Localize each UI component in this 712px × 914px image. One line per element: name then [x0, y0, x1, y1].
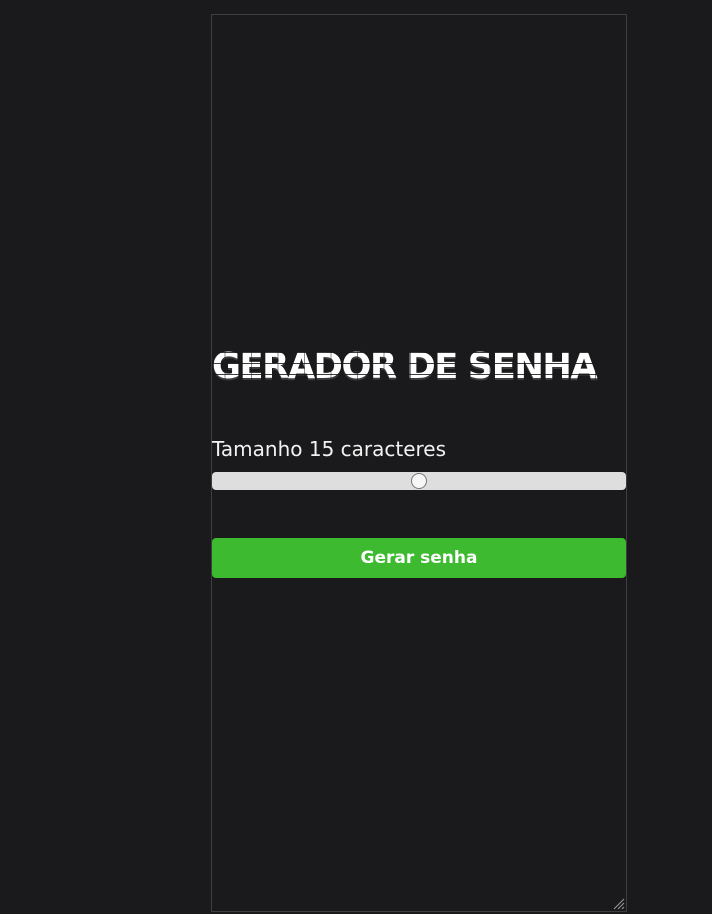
resize-grip-icon[interactable]: [613, 898, 625, 910]
length-label: Tamanho 15 caracteres: [212, 437, 447, 461]
slider-thumb[interactable]: [411, 473, 427, 489]
page-title: GERADOR DE SENHA: [212, 343, 618, 391]
generator-panel: GERADOR DE SENHA Tamanho 15 caracteres G…: [212, 343, 626, 578]
app-frame: GERADOR DE SENHA Tamanho 15 caracteres G…: [211, 14, 627, 912]
generate-password-button[interactable]: Gerar senha: [212, 538, 626, 578]
length-slider[interactable]: [212, 472, 626, 490]
